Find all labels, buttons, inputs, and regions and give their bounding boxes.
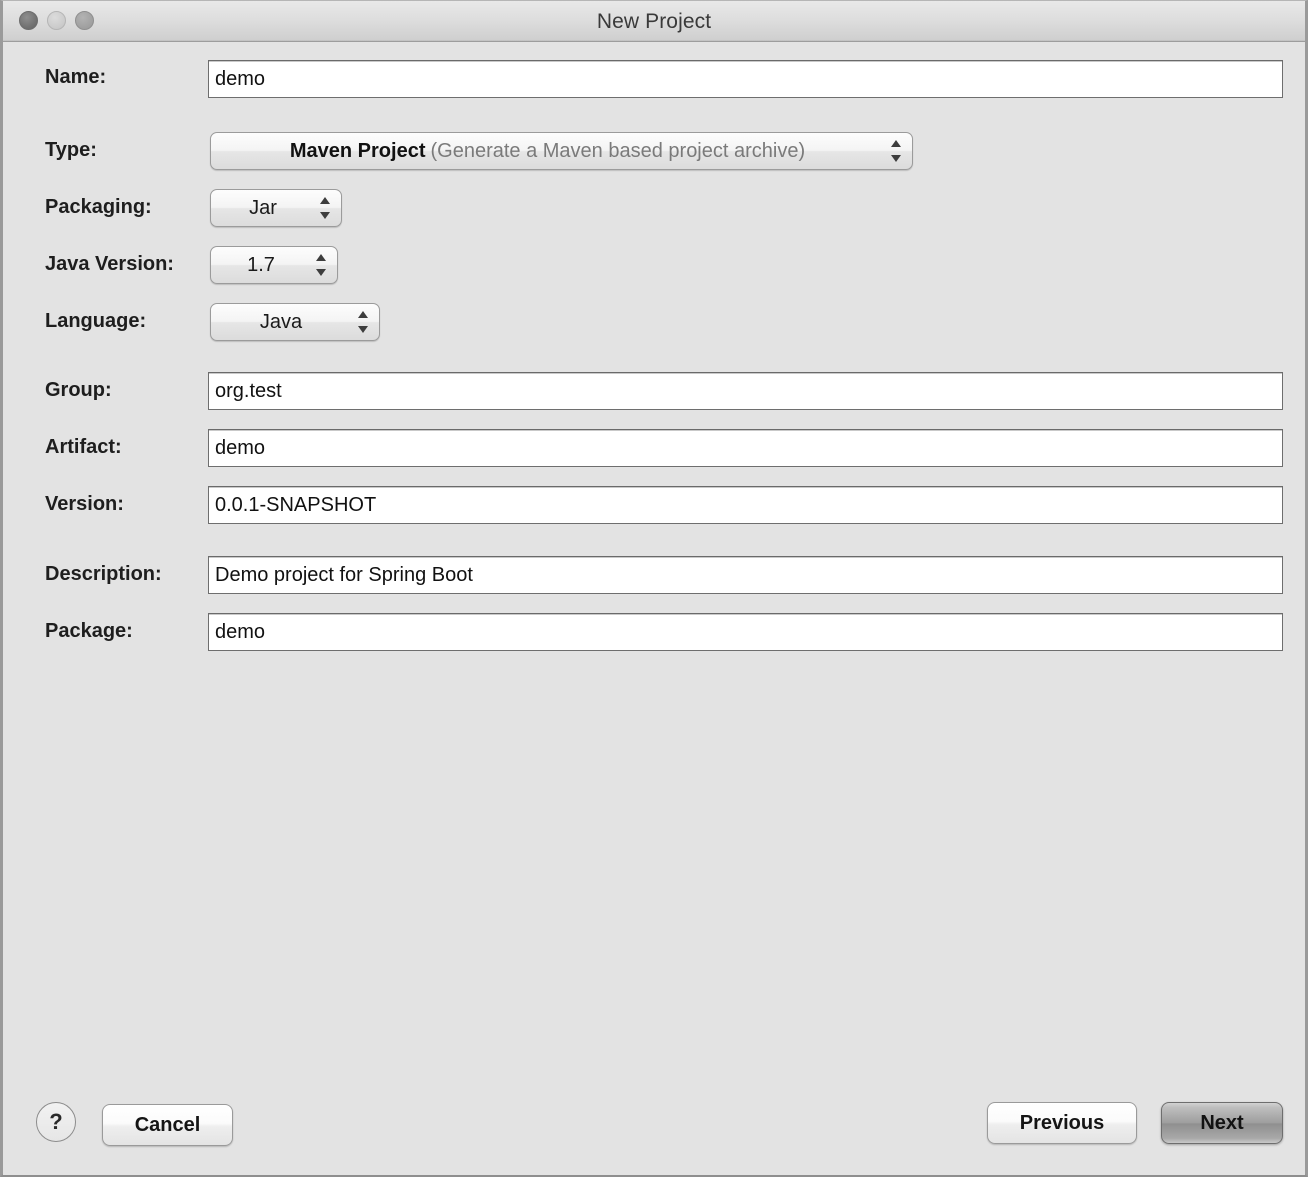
row-package: Package: demo [3, 611, 1305, 655]
row-packaging: Packaging: Jar [3, 187, 1305, 231]
chevron-updown-icon [316, 253, 327, 277]
row-java-version: Java Version: 1.7 [3, 244, 1305, 288]
packaging-dropdown[interactable]: Jar [210, 189, 342, 227]
package-input[interactable]: demo [208, 613, 1283, 651]
packaging-value: Jar [249, 197, 277, 220]
description-label: Description: [45, 563, 162, 586]
type-label: Type: [45, 139, 97, 162]
previous-button[interactable]: Previous [987, 1102, 1137, 1144]
new-project-dialog: New Project Name: demo Type: Maven Proje… [0, 0, 1308, 1177]
next-button[interactable]: Next [1161, 1102, 1283, 1144]
help-button[interactable]: ? [36, 1102, 76, 1142]
group-input[interactable]: org.test [208, 372, 1283, 410]
type-value-secondary: (Generate a Maven based project archive) [430, 140, 805, 163]
row-group: Group: org.test [3, 370, 1305, 414]
type-dropdown[interactable]: Maven Project (Generate a Maven based pr… [210, 132, 913, 170]
cancel-button[interactable]: Cancel [102, 1104, 233, 1146]
chevron-updown-icon [891, 139, 902, 163]
title-bar: New Project [3, 1, 1305, 42]
language-label: Language: [45, 310, 146, 333]
name-input[interactable]: demo [208, 60, 1283, 98]
chevron-updown-icon [320, 196, 331, 220]
window-title: New Project [3, 10, 1305, 34]
java-version-value: 1.7 [247, 254, 275, 277]
java-version-label: Java Version: [45, 253, 174, 276]
row-type: Type: Maven Project (Generate a Maven ba… [3, 130, 1305, 174]
group-label: Group: [45, 379, 112, 402]
type-value-primary: Maven Project [290, 140, 426, 163]
artifact-label: Artifact: [45, 436, 122, 459]
java-version-dropdown[interactable]: 1.7 [210, 246, 338, 284]
packaging-label: Packaging: [45, 196, 152, 219]
dialog-body: Name: demo Type: Maven Project (Generate… [3, 42, 1305, 1175]
row-artifact: Artifact: demo [3, 427, 1305, 471]
row-version: Version: 0.0.1-SNAPSHOT [3, 484, 1305, 528]
name-label: Name: [45, 66, 106, 89]
language-value: Java [260, 311, 302, 334]
version-input[interactable]: 0.0.1-SNAPSHOT [208, 486, 1283, 524]
chevron-updown-icon [358, 310, 369, 334]
artifact-input[interactable]: demo [208, 429, 1283, 467]
description-input[interactable]: Demo project for Spring Boot [208, 556, 1283, 594]
package-label: Package: [45, 620, 133, 643]
row-description: Description: Demo project for Spring Boo… [3, 554, 1305, 598]
language-dropdown[interactable]: Java [210, 303, 380, 341]
version-label: Version: [45, 493, 124, 516]
row-name: Name: demo [3, 58, 1305, 102]
row-language: Language: Java [3, 301, 1305, 345]
